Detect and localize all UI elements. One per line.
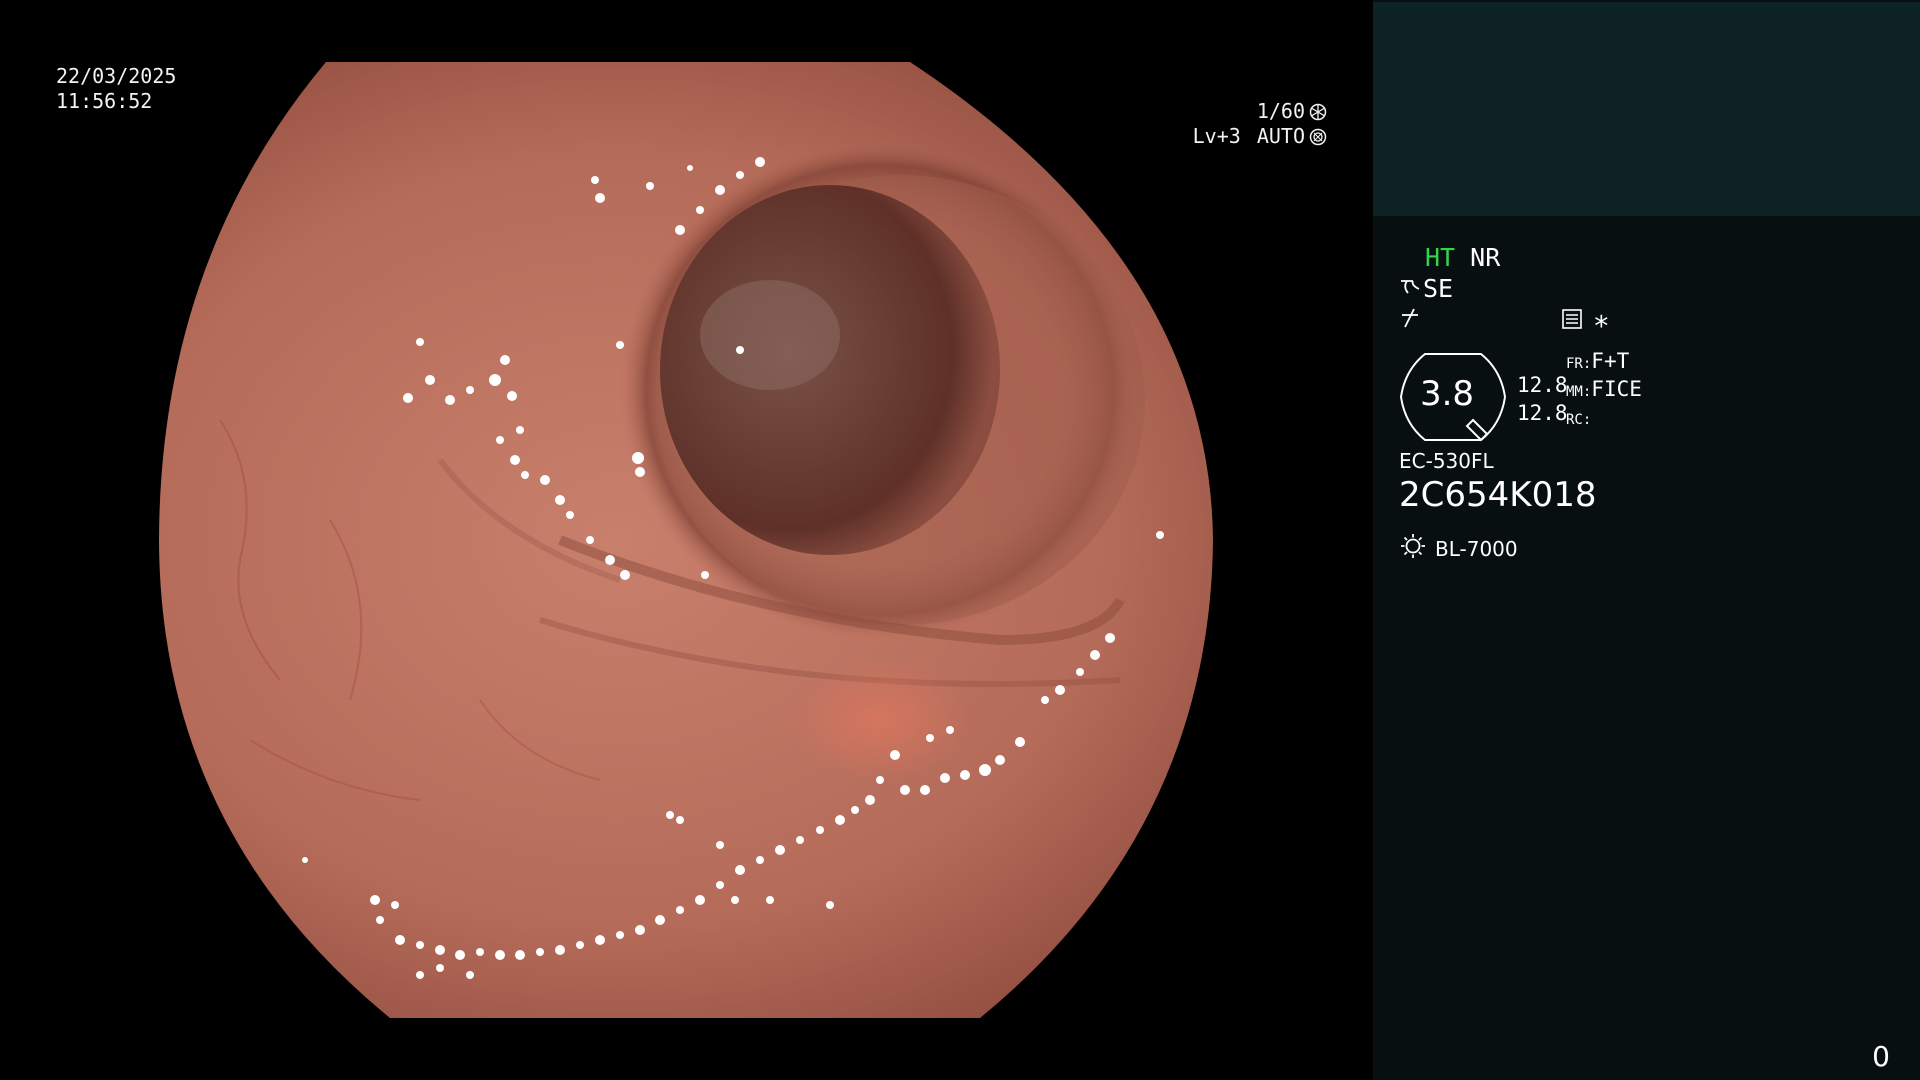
exposure-overlay: 1/60 Lv+3 AUTO (1193, 99, 1327, 149)
structure-enhance-label: SE (1423, 274, 1454, 303)
color-record-row: ∗ (1399, 304, 1629, 337)
mm-value: FICE (1591, 377, 1642, 401)
endoscopic-image (159, 62, 1213, 1018)
mm-row: MM:FICE (1566, 377, 1642, 405)
param-labels: FR:F+T MM:FICE RC: (1566, 349, 1642, 433)
shutter-row: 1/60 (1193, 99, 1327, 124)
datetime-overlay: 22/03/2025 11:56:52 (56, 64, 176, 114)
scope-serial: 2C654K018 (1399, 475, 1597, 515)
asterisk-indicator: ∗ (1593, 304, 1610, 337)
info-panel: HT NR SE ∗ 3.8 12.8 12.8 FR:F+T MM:FICE … (1373, 0, 1920, 1080)
iris-level: Lv+3 (1192, 124, 1241, 148)
fr-row: FR:F+T (1566, 349, 1642, 377)
zoom-value: 3.8 (1419, 374, 1475, 414)
light-source-icon (1399, 532, 1427, 565)
param-value-2: 12.8 (1517, 401, 1568, 425)
iris-mode: AUTO (1256, 124, 1305, 148)
mode-nr-label: NR (1470, 243, 1501, 272)
rc-row: RC: (1566, 405, 1642, 433)
structure-enhance-row: SE (1399, 274, 1453, 303)
aperture-icon (1309, 103, 1327, 121)
color-mode-icon (1399, 306, 1421, 336)
light-source-label: BL-7000 (1435, 536, 1518, 561)
param-values: 12.8 12.8 (1517, 371, 1568, 427)
mm-key: MM: (1566, 384, 1592, 400)
fr-value: F+T (1591, 349, 1630, 373)
processing-mode-row: HT NR (1425, 243, 1500, 272)
mode-ht-label: HT (1425, 243, 1456, 272)
iris-row: Lv+3 AUTO (1193, 124, 1327, 149)
shutter-speed: 1/60 (1256, 99, 1305, 123)
iris-icon (1309, 128, 1327, 146)
structure-enhance-icon (1399, 274, 1423, 303)
scope-model: EC-530FL (1399, 449, 1494, 473)
patient-info-box (1373, 2, 1920, 216)
date-text: 22/03/2025 (56, 64, 177, 88)
endoscopy-monitor-screen: 22/03/2025 11:56:52 1/60 Lv+3 AUTO HT NR… (0, 0, 1920, 1080)
fr-key: FR: (1566, 356, 1592, 372)
record-settings-icon (1561, 308, 1583, 336)
rc-key: RC: (1566, 412, 1592, 428)
endoscopic-image-area: 22/03/2025 11:56:52 1/60 Lv+3 AUTO (0, 0, 1373, 1080)
time-text: 11:56:52 (56, 89, 153, 113)
param-value-1: 12.8 (1517, 373, 1568, 397)
frame-counter: 0 (1872, 1040, 1890, 1073)
light-source-row: BL-7000 (1399, 532, 1518, 565)
